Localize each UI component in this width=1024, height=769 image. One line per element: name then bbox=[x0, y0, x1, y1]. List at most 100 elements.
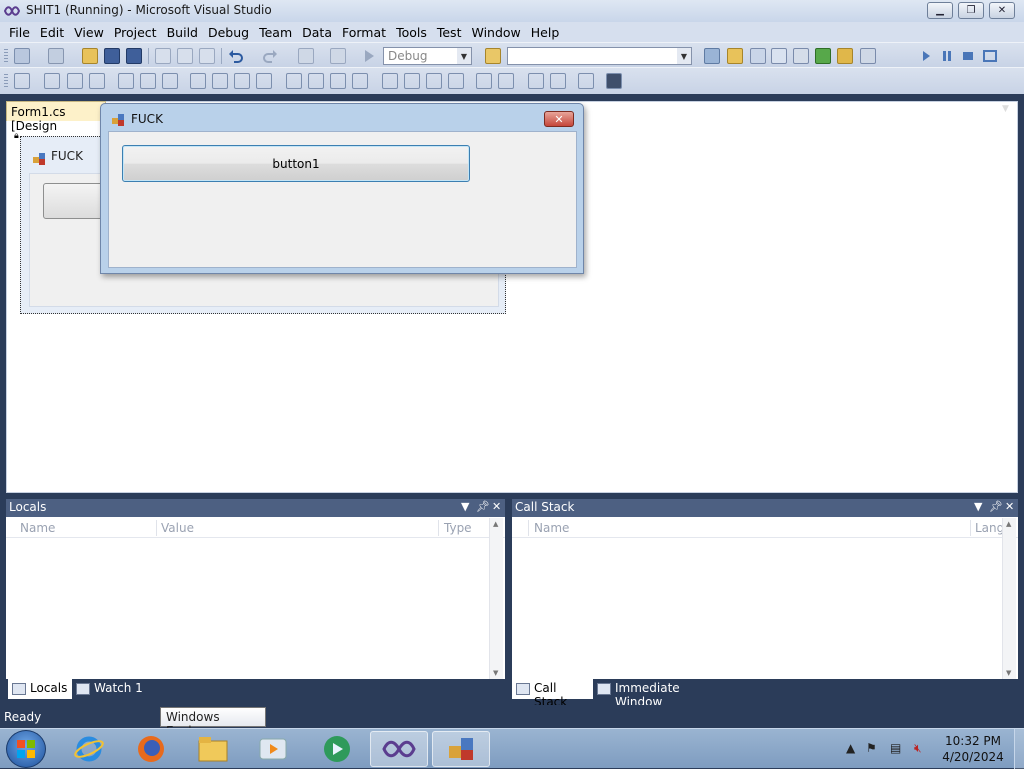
column-divider[interactable] bbox=[528, 520, 529, 536]
tab-order-icon[interactable] bbox=[578, 73, 594, 89]
increase-horizontal-spacing-icon[interactable] bbox=[308, 73, 324, 89]
pin-icon[interactable]: 📌︎ bbox=[476, 500, 490, 513]
redo-icon[interactable] bbox=[262, 48, 278, 64]
scroll-down-icon[interactable]: ▼ bbox=[1006, 669, 1011, 677]
toolbar-grip[interactable] bbox=[4, 49, 8, 64]
start-debugging-icon[interactable] bbox=[361, 48, 377, 64]
tab-immediate-window[interactable]: Immediate Window bbox=[593, 679, 733, 709]
close-button[interactable]: ✕ bbox=[544, 111, 574, 127]
align-to-grid-icon[interactable] bbox=[14, 73, 30, 89]
clock[interactable]: 10:32 PM 4/20/2024 bbox=[938, 733, 1008, 765]
menu-tools[interactable]: Tools bbox=[391, 25, 432, 40]
close-icon[interactable]: ✕ bbox=[492, 500, 501, 513]
vertical-spacing-equal-icon[interactable] bbox=[382, 73, 398, 89]
align-centers-icon[interactable] bbox=[67, 73, 83, 89]
column-divider[interactable] bbox=[970, 520, 971, 536]
extension-manager-icon[interactable] bbox=[815, 48, 831, 64]
save-icon[interactable] bbox=[104, 48, 120, 64]
make-same-width-icon[interactable] bbox=[190, 73, 206, 89]
tab-locals[interactable]: Locals bbox=[8, 679, 72, 699]
menu-build[interactable]: Build bbox=[162, 25, 203, 40]
taskbar-media-player[interactable] bbox=[244, 731, 302, 767]
close-icon[interactable]: ✕ bbox=[1005, 500, 1014, 513]
show-hidden-icons[interactable]: ▲ bbox=[846, 741, 855, 755]
tools-icon[interactable] bbox=[793, 48, 809, 64]
network-icon[interactable]: ▤ bbox=[890, 741, 901, 755]
menu-project[interactable]: Project bbox=[109, 25, 162, 40]
send-to-back-icon[interactable] bbox=[550, 73, 566, 89]
align-lefts-icon[interactable] bbox=[44, 73, 60, 89]
taskbar-firefox[interactable] bbox=[122, 731, 180, 767]
pin-icon[interactable]: 📌︎ bbox=[989, 500, 1003, 513]
taskbar-internet-explorer[interactable] bbox=[60, 731, 118, 767]
break-all-icon[interactable] bbox=[939, 48, 955, 64]
size-to-grid-icon[interactable] bbox=[256, 73, 272, 89]
minimize-button[interactable]: ▁ bbox=[927, 2, 953, 19]
menu-file[interactable]: File bbox=[4, 25, 35, 40]
column-language[interactable]: Lang bbox=[975, 521, 1004, 535]
save-all-icon[interactable] bbox=[126, 48, 142, 64]
scroll-up-icon[interactable]: ▲ bbox=[1006, 520, 1011, 528]
chevron-down-icon[interactable]: ▼ bbox=[461, 500, 469, 513]
tab-form1-design[interactable]: Form1.cs [Design bbox=[6, 101, 106, 133]
column-type[interactable]: Type bbox=[444, 521, 472, 535]
center-vertically-icon[interactable] bbox=[498, 73, 514, 89]
chevron-down-icon[interactable]: ▼ bbox=[974, 500, 982, 513]
properties-icon[interactable] bbox=[727, 48, 743, 64]
menu-team[interactable]: Team bbox=[254, 25, 297, 40]
horizontal-spacing-equal-icon[interactable] bbox=[286, 73, 302, 89]
make-same-size-icon[interactable] bbox=[234, 73, 250, 89]
column-divider[interactable] bbox=[438, 520, 439, 536]
menu-view[interactable]: View bbox=[69, 25, 109, 40]
solution-explorer-icon[interactable] bbox=[704, 48, 720, 64]
align-middles-icon[interactable] bbox=[140, 73, 156, 89]
copy-icon[interactable] bbox=[177, 48, 193, 64]
close-button[interactable]: ✕ bbox=[989, 2, 1015, 19]
navigate-forward-icon[interactable] bbox=[330, 48, 346, 64]
add-item-icon[interactable] bbox=[48, 48, 64, 64]
restore-button[interactable]: ❐ bbox=[958, 2, 984, 19]
column-value[interactable]: Value bbox=[161, 521, 194, 535]
button1[interactable]: button1 bbox=[122, 145, 470, 182]
remove-vertical-spacing-icon[interactable] bbox=[448, 73, 464, 89]
undo-icon[interactable] bbox=[228, 48, 244, 64]
toolbar-grip[interactable] bbox=[4, 74, 8, 89]
show-desktop-button[interactable] bbox=[1014, 729, 1024, 769]
team-explorer-icon[interactable] bbox=[837, 48, 853, 64]
cut-icon[interactable] bbox=[155, 48, 171, 64]
decrease-vertical-spacing-icon[interactable] bbox=[426, 73, 442, 89]
action-center-flag-icon[interactable]: ⚑ bbox=[866, 741, 877, 755]
bring-to-front-icon[interactable] bbox=[528, 73, 544, 89]
locals-scrollbar[interactable]: ▲ ▼ bbox=[489, 518, 503, 679]
paste-icon[interactable] bbox=[199, 48, 215, 64]
lock-controls-icon[interactable] bbox=[606, 73, 622, 89]
toolbox-icon[interactable] bbox=[771, 48, 787, 64]
start-button[interactable] bbox=[6, 730, 46, 768]
align-tops-icon[interactable] bbox=[118, 73, 134, 89]
continue-icon[interactable] bbox=[918, 48, 934, 64]
tab-watch1[interactable]: Watch 1 bbox=[72, 679, 152, 699]
remove-horizontal-spacing-icon[interactable] bbox=[352, 73, 368, 89]
menu-format[interactable]: Format bbox=[337, 25, 391, 40]
menu-edit[interactable]: Edit bbox=[35, 25, 69, 40]
scroll-up-icon[interactable]: ▲ bbox=[493, 520, 498, 528]
navigate-backward-icon[interactable] bbox=[298, 48, 314, 64]
column-name[interactable]: Name bbox=[534, 521, 569, 535]
make-same-height-icon[interactable] bbox=[212, 73, 228, 89]
menu-help[interactable]: Help bbox=[526, 25, 565, 40]
find-in-files-icon[interactable] bbox=[485, 48, 501, 64]
align-bottoms-icon[interactable] bbox=[162, 73, 178, 89]
new-project-icon[interactable] bbox=[14, 48, 30, 64]
call-stack-scrollbar[interactable]: ▲ ▼ bbox=[1002, 518, 1016, 679]
volume-muted-icon[interactable]: 🔇︎ bbox=[914, 741, 922, 756]
open-folder-icon[interactable] bbox=[82, 48, 98, 64]
restart-icon[interactable] bbox=[982, 48, 998, 64]
scroll-down-icon[interactable]: ▼ bbox=[493, 669, 498, 677]
find-combo[interactable]: ▼ bbox=[507, 47, 692, 65]
object-browser-icon[interactable] bbox=[750, 48, 766, 64]
menu-debug[interactable]: Debug bbox=[203, 25, 254, 40]
menu-data[interactable]: Data bbox=[297, 25, 337, 40]
increase-vertical-spacing-icon[interactable] bbox=[404, 73, 420, 89]
decrease-horizontal-spacing-icon[interactable] bbox=[330, 73, 346, 89]
taskbar-running-form[interactable] bbox=[432, 731, 490, 767]
